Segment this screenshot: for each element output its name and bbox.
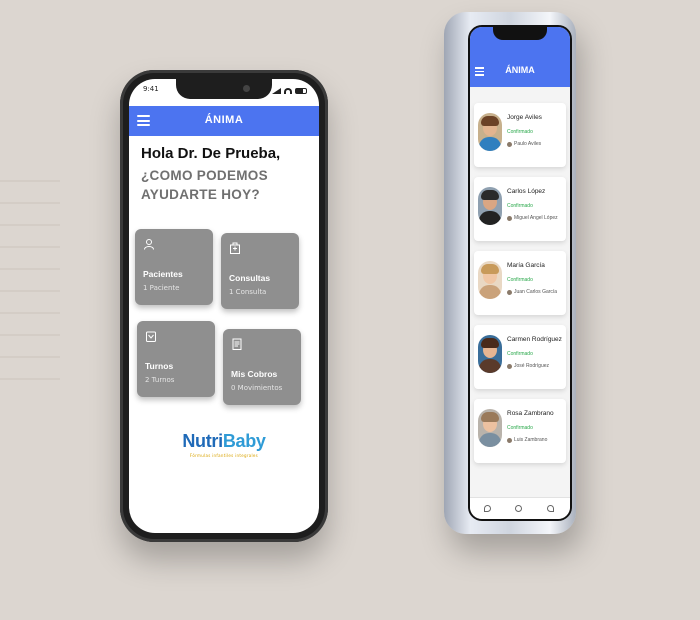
tile-count: 1 Consulta [229, 288, 267, 296]
patient-name: Carmen Rodríguez [507, 336, 562, 343]
appointment-status: Confirmado [507, 277, 533, 283]
tile-turnos[interactable]: Turnos 2 Turnos [137, 321, 215, 397]
assigned-person-name: Paulo Aviles [514, 141, 542, 147]
phone-notch [493, 27, 547, 40]
recents-nav-icon[interactable] [547, 505, 554, 512]
assigned-person: Juan Carlos García [507, 289, 557, 295]
tile-consultas[interactable]: Consultas 1 Consulta [221, 233, 299, 309]
tile-label: Turnos [145, 361, 174, 371]
assigned-person: Paulo Aviles [507, 141, 541, 147]
assigned-person-name: José Rodríguez [514, 363, 550, 369]
help-question: ¿COMO PODEMOS AYUDARTE HOY? [141, 166, 311, 204]
tile-label: Mis Cobros [231, 369, 278, 379]
person-icon [507, 141, 512, 147]
brand-name-part1: Nutri [182, 431, 223, 451]
assigned-person: Miguel Angel López [507, 215, 558, 221]
patient-name: Jorge Aviles [507, 114, 542, 121]
back-nav-icon[interactable] [484, 505, 491, 512]
tile-count: 2 Turnos [145, 376, 175, 384]
wifi-icon [284, 88, 292, 94]
assigned-person-name: Luis Zambrano [514, 437, 548, 443]
person-icon [507, 289, 512, 295]
assigned-person-name: Miguel Angel López [514, 215, 558, 221]
person-icon [507, 363, 512, 369]
avatar [478, 409, 502, 447]
brand-name-part2: Baby [222, 431, 266, 451]
appointment-status: Confirmado [507, 425, 533, 431]
avatar [478, 187, 502, 225]
tile-mis-cobros[interactable]: Mis Cobros 0 Movimientos [223, 329, 301, 405]
brand-tagline: Fórmulas infantiles integrales [189, 453, 259, 458]
assigned-person: José Rodríguez [507, 363, 549, 369]
tile-label: Consultas [229, 273, 271, 283]
assigned-person-name: Juan Carlos García [514, 289, 558, 295]
patient-card[interactable]: Carmen Rodríguez Confirmado José Rodrígu… [474, 325, 566, 389]
patient-card[interactable]: María García Confirmado Juan Carlos Garc… [474, 251, 566, 315]
app-header: ÁNIMA [129, 106, 319, 136]
camera-icon [243, 85, 250, 92]
patient-name: Carlos López [507, 188, 546, 195]
patient-card[interactable]: Carlos López Confirmado Miguel Angel Lóp… [474, 177, 566, 241]
appointment-status: Confirmado [507, 351, 533, 357]
help-question-line2: AYUDARTE HOY? [141, 187, 260, 202]
home-screen: 9:41 ÁNIMA Hola Dr. De Prueba, ¿COMO POD… [129, 79, 319, 533]
help-question-line1: ¿COMO PODEMOS [141, 168, 268, 183]
avatar [478, 113, 502, 151]
person-icon [507, 437, 512, 443]
patient-name: Rosa Zambrano [507, 410, 554, 417]
patient-card[interactable]: Jorge Aviles Confirmado Paulo Aviles [474, 103, 566, 167]
patient-list-screen: ÁNIMA Jorge Aviles Confirmado Paulo Avil… [468, 25, 572, 521]
status-time: 9:41 [143, 85, 159, 93]
greeting-block: Hola Dr. De Prueba, ¿COMO PODEMOS AYUDAR… [141, 145, 311, 204]
appointment-status: Confirmado [507, 203, 533, 209]
android-nav-bar [470, 497, 570, 519]
greeting-text: Hola Dr. De Prueba, [141, 145, 281, 162]
sponsor-logo: NutriBaby Fórmulas infantiles integrales [129, 431, 319, 458]
hospital-icon [230, 242, 240, 254]
tile-count: 1 Paciente [143, 284, 180, 292]
tile-pacientes[interactable]: Pacientes 1 Paciente [135, 229, 213, 305]
avatar [478, 335, 502, 373]
tile-label: Pacientes [143, 269, 183, 279]
home-nav-icon[interactable] [515, 505, 522, 512]
battery-icon [295, 88, 307, 94]
app-title: ÁNIMA [204, 114, 244, 126]
receipt-icon [232, 338, 242, 350]
background-decoration [0, 180, 60, 400]
calendar-icon [146, 331, 156, 342]
app-title: ÁNIMA [505, 65, 535, 75]
tile-count: 0 Movimientos [231, 384, 283, 392]
phone-home-screen: 9:41 ÁNIMA Hola Dr. De Prueba, ¿COMO POD… [120, 70, 328, 542]
signal-icon [272, 88, 281, 94]
avatar [478, 261, 502, 299]
patient-card[interactable]: Rosa Zambrano Confirmado Luis Zambrano [474, 399, 566, 463]
phone-patient-list: ÁNIMA Jorge Aviles Confirmado Paulo Avil… [444, 12, 576, 534]
person-icon [507, 215, 512, 221]
assigned-person: Luis Zambrano [507, 437, 547, 443]
patient-name: María García [507, 262, 545, 269]
phone-notch [176, 79, 272, 99]
appointment-status: Confirmado [507, 129, 533, 135]
patient-icon [144, 239, 154, 250]
